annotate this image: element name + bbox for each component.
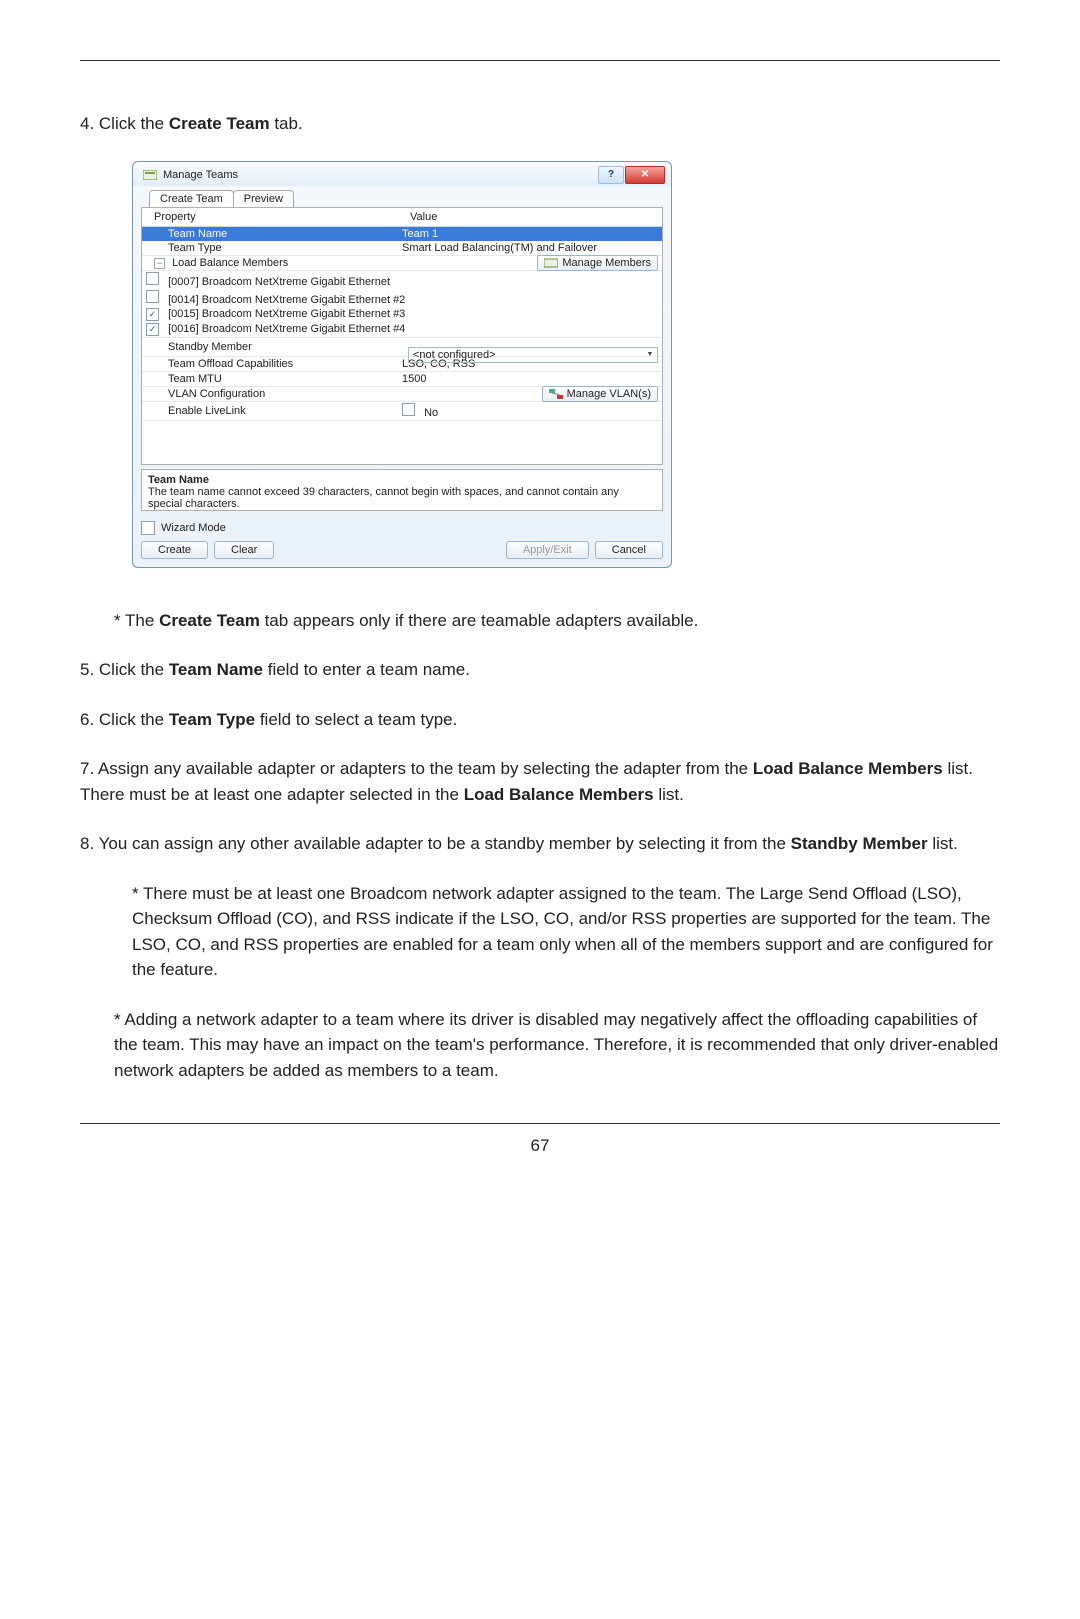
tree-collapse-icon[interactable]: −: [154, 258, 165, 269]
step-4-note: * The Create Team tab appears only if th…: [80, 608, 1000, 634]
adapter-1-label: [0014] Broadcom NetXtreme Gigabit Ethern…: [168, 294, 405, 306]
livelink-value: No: [424, 407, 438, 419]
step-8-pre: 8. You can assign any other available ad…: [80, 834, 791, 853]
row-team-type[interactable]: Team Type Smart Load Balancing(TM) and F…: [142, 241, 662, 256]
row-standby-member[interactable]: Standby Member <not configured> ▼: [142, 337, 662, 356]
step-4-note-bold: Create Team: [159, 611, 260, 630]
wizard-mode-row[interactable]: Wizard Mode: [141, 521, 663, 535]
dialog-body: Create Team Preview Property Value: [133, 186, 671, 567]
dialog-title: Manage Teams: [163, 169, 238, 181]
step-7: 7. Assign any available adapter or adapt…: [80, 756, 1000, 807]
team-name-label: Team Name: [142, 226, 398, 241]
wizard-mode-label: Wizard Mode: [161, 522, 226, 534]
row-enable-livelink[interactable]: Enable LiveLink No: [142, 401, 662, 420]
step-5-bold: Team Name: [169, 660, 263, 679]
mtu-value[interactable]: 1500: [398, 371, 662, 386]
dialog-tabs: Create Team Preview: [149, 190, 663, 207]
standby-member-value: <not configured>: [409, 348, 643, 362]
step-6-bold: Team Type: [169, 710, 255, 729]
hint-panel: Team Name The team name cannot exceed 39…: [141, 469, 663, 511]
row-mtu[interactable]: Team MTU 1500: [142, 371, 662, 386]
manage-vlans-label: Manage VLAN(s): [567, 388, 651, 400]
step-6: 6. Click the Team Type field to select a…: [80, 707, 1000, 733]
adapter-1-checkbox[interactable]: [146, 290, 159, 303]
tab-preview[interactable]: Preview: [233, 190, 294, 207]
hint-body: The team name cannot exceed 39 character…: [148, 486, 656, 510]
standby-member-label: Standby Member: [142, 337, 398, 356]
step-8-post: list.: [928, 834, 958, 853]
hint-title: Team Name: [148, 474, 656, 486]
manage-vlans-button[interactable]: Manage VLAN(s): [542, 386, 658, 402]
step-4-note-pre: * The: [114, 611, 159, 630]
row-vlan[interactable]: VLAN Configuration Manage VLAN(s): [142, 386, 662, 401]
dialog-manage-teams: Manage Teams ? ✕ Create Team Preview Pro…: [132, 161, 672, 568]
row-adapter-1[interactable]: [0014] Broadcom NetXtreme Gigabit Ethern…: [142, 289, 662, 307]
step-8-note-2: * Adding a network adapter to a team whe…: [80, 1007, 1000, 1084]
standby-member-dropdown[interactable]: <not configured> ▼: [408, 347, 658, 363]
team-name-value[interactable]: Team 1: [398, 226, 662, 241]
row-adapter-3[interactable]: ✓ [0016] Broadcom NetXtreme Gigabit Ethe…: [142, 322, 662, 338]
step-6-pre: 6. Click the: [80, 710, 169, 729]
chevron-down-icon[interactable]: ▼: [643, 348, 657, 362]
vlan-label: VLAN Configuration: [142, 386, 398, 401]
step-8-bold: Standby Member: [791, 834, 928, 853]
properties-panel: Property Value Team Name Team 1 Team Typ…: [141, 207, 663, 465]
tab-create-team[interactable]: Create Team: [149, 190, 234, 207]
manage-members-button[interactable]: Manage Members: [537, 255, 658, 271]
app-icon: [143, 170, 157, 180]
step-7-post: list.: [654, 785, 684, 804]
screenshot-manage-teams: Manage Teams ? ✕ Create Team Preview Pro…: [132, 161, 672, 568]
bottom-rule: [80, 1123, 1000, 1124]
adapter-0-checkbox[interactable]: [146, 272, 159, 285]
close-button[interactable]: ✕: [625, 166, 665, 184]
row-adapter-2[interactable]: ✓ [0015] Broadcom NetXtreme Gigabit Ethe…: [142, 307, 662, 322]
offload-label: Team Offload Capabilities: [142, 356, 398, 371]
clear-button[interactable]: Clear: [214, 541, 274, 559]
step-4-pre: 4. Click the: [80, 114, 169, 133]
livelink-label: Enable LiveLink: [142, 401, 398, 420]
cancel-button[interactable]: Cancel: [595, 541, 663, 559]
step-4-note-post: tab appears only if there are teamable a…: [260, 611, 699, 630]
create-button[interactable]: Create: [141, 541, 208, 559]
manage-members-label: Manage Members: [562, 257, 651, 269]
step-7-pre: 7. Assign any available adapter or adapt…: [80, 759, 753, 778]
row-team-name[interactable]: Team Name Team 1: [142, 226, 662, 241]
lbm-label: Load Balance Members: [172, 257, 288, 269]
step-5-post: field to enter a team name.: [263, 660, 470, 679]
step-4: 4. Click the Create Team tab.: [80, 111, 1000, 137]
vlan-icon: [549, 389, 563, 399]
adapter-2-label: [0015] Broadcom NetXtreme Gigabit Ethern…: [168, 308, 405, 320]
adapter-2-checkbox[interactable]: ✓: [146, 308, 159, 321]
adapter-3-checkbox[interactable]: ✓: [146, 323, 159, 336]
mtu-label: Team MTU: [142, 371, 398, 386]
apply-exit-button[interactable]: Apply/Exit: [506, 541, 589, 559]
team-type-label: Team Type: [142, 241, 398, 256]
step-4-post: tab.: [270, 114, 303, 133]
step-4-bold: Create Team: [169, 114, 270, 133]
dialog-buttons: Create Clear Apply/Exit Cancel: [141, 541, 663, 559]
adapter-0-label: [0007] Broadcom NetXtreme Gigabit Ethern…: [168, 276, 390, 288]
adapter-3-label: [0016] Broadcom NetXtreme Gigabit Ethern…: [168, 323, 405, 335]
wizard-mode-checkbox[interactable]: [141, 521, 155, 535]
help-button[interactable]: ?: [598, 166, 624, 184]
step-8: 8. You can assign any other available ad…: [80, 831, 1000, 857]
page-number: 67: [80, 1136, 1000, 1156]
row-adapter-0[interactable]: [0007] Broadcom NetXtreme Gigabit Ethern…: [142, 270, 662, 289]
livelink-checkbox[interactable]: [402, 403, 415, 416]
step-8-note-1: * There must be at least one Broadcom ne…: [80, 881, 1000, 983]
col-header-value: Value: [398, 208, 662, 227]
dialog-titlebar: Manage Teams ? ✕: [133, 162, 671, 186]
step-7-b1: Load Balance Members: [753, 759, 943, 778]
row-load-balance-members[interactable]: − Load Balance Members Manage Members: [142, 255, 662, 270]
network-card-icon: [544, 258, 558, 268]
step-6-post: field to select a team type.: [255, 710, 457, 729]
step-5: 5. Click the Team Name field to enter a …: [80, 657, 1000, 683]
team-type-value[interactable]: Smart Load Balancing(TM) and Failover: [398, 241, 662, 256]
step-5-pre: 5. Click the: [80, 660, 169, 679]
col-header-property: Property: [142, 208, 398, 227]
top-rule: [80, 60, 1000, 61]
step-7-b2: Load Balance Members: [464, 785, 654, 804]
